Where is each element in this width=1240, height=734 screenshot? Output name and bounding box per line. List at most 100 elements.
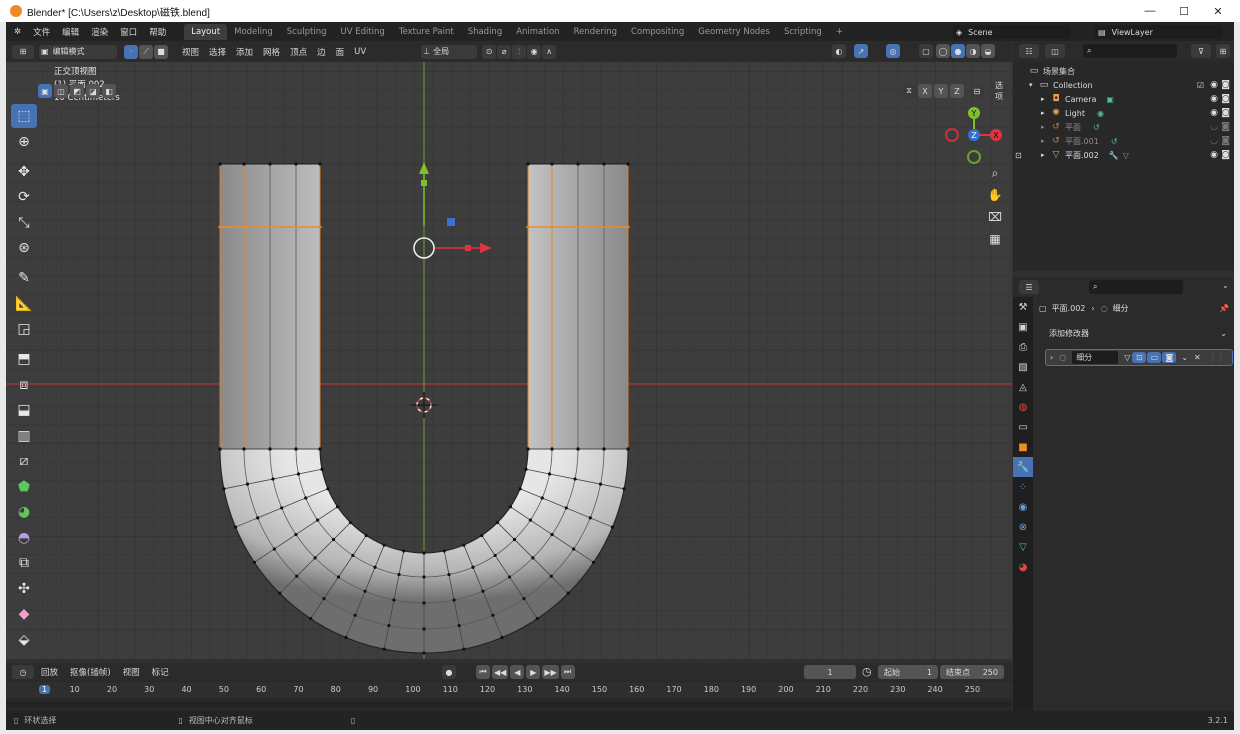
- menu-timeline-view[interactable]: 视图: [117, 666, 146, 678]
- tab-animation[interactable]: Animation: [509, 24, 566, 40]
- collapse-icon[interactable]: ▾: [1029, 81, 1039, 89]
- menu-mesh[interactable]: 网格: [258, 46, 285, 58]
- current-frame-field[interactable]: 1: [804, 665, 856, 679]
- outliner-row-camera[interactable]: ▸ ◘ Camera ▣ ◉ ◙: [1013, 92, 1234, 106]
- menu-select[interactable]: 选择: [204, 46, 231, 58]
- eye-hidden-icon[interactable]: ◡: [1210, 136, 1218, 146]
- render-tab-icon[interactable]: ▣: [1013, 317, 1033, 337]
- jump-end-icon[interactable]: ⏭: [560, 665, 575, 679]
- gizmo-xy-plane[interactable]: [447, 218, 455, 226]
- editor-type-icon[interactable]: ⊞: [12, 44, 34, 59]
- scene-collection-row[interactable]: ▭ 场景集合: [1013, 64, 1234, 78]
- render-icon[interactable]: ◙: [1221, 122, 1230, 132]
- move-tool-icon[interactable]: ✥: [11, 160, 37, 184]
- auto-merge-icon[interactable]: ⊟: [970, 84, 984, 98]
- data-tab-icon[interactable]: ▽: [1013, 537, 1033, 557]
- eye-icon[interactable]: ◉: [1210, 108, 1218, 118]
- pan-hand-icon[interactable]: ✋: [986, 186, 1004, 204]
- select-invert-icon[interactable]: ◪: [86, 84, 100, 98]
- eye-icon[interactable]: ◉: [1210, 80, 1218, 90]
- eye-icon[interactable]: ◉: [1210, 94, 1218, 104]
- add-workspace-button[interactable]: +: [829, 24, 850, 40]
- 3d-viewport[interactable]: Y X Z 正交顶视图 (1) 平面.002 10 Centimeters ⧖ …: [6, 62, 1012, 659]
- expand-icon[interactable]: ▸: [1041, 123, 1051, 131]
- jump-start-icon[interactable]: ⏮: [476, 665, 490, 679]
- render-icon[interactable]: ◙: [1221, 150, 1230, 160]
- mode-selector[interactable]: ▣ 编辑模式: [39, 44, 117, 59]
- camera-view-icon[interactable]: ⌧: [986, 208, 1004, 226]
- modifier-panel-subdivision[interactable]: › ◌ 细分 ▽ ⊡ ▭ ◙ ⌄ ✕ ⋮⋮: [1045, 349, 1233, 366]
- knife-tool-icon[interactable]: ⧄: [11, 449, 37, 473]
- expand-icon[interactable]: ▸: [1041, 137, 1051, 145]
- proportional-edit-icon[interactable]: ◉: [527, 44, 542, 59]
- edit-cage-icon[interactable]: ▽: [1124, 353, 1130, 362]
- nav-gizmo-neg-y[interactable]: [967, 150, 981, 164]
- prev-key-icon[interactable]: ◀◀: [492, 665, 509, 679]
- snap-icon[interactable]: ⌀: [497, 44, 512, 59]
- material-shading-icon[interactable]: ◑: [966, 44, 980, 58]
- edge-select-button[interactable]: ⟋: [139, 44, 153, 59]
- expand-icon[interactable]: ▸: [1041, 151, 1051, 159]
- expand-icon[interactable]: ▸: [1041, 95, 1051, 103]
- face-select-button[interactable]: ■: [154, 44, 168, 59]
- tab-compositing[interactable]: Compositing: [624, 24, 691, 40]
- zoom-icon[interactable]: ⌕: [986, 164, 1004, 182]
- nav-gizmo-neg-x[interactable]: [945, 128, 959, 142]
- tab-scripting[interactable]: Scripting: [777, 24, 829, 40]
- render-icon[interactable]: ◙: [1221, 136, 1230, 146]
- menu-keying[interactable]: 抠像(插帧): [64, 666, 117, 678]
- outliner-row-plane[interactable]: ▸ ↺ 平面 ↺ ◡ ◙: [1013, 120, 1234, 134]
- extrude-tool-icon[interactable]: ⬒: [11, 347, 37, 371]
- next-key-icon[interactable]: ▶▶: [542, 665, 559, 679]
- render-icon[interactable]: ◙: [1221, 80, 1230, 90]
- timeline-editor-type-icon[interactable]: ◷: [12, 665, 34, 679]
- ortho-grid-icon[interactable]: ▦: [986, 230, 1004, 248]
- menu-help[interactable]: 帮助: [143, 26, 172, 38]
- rotate-tool-icon[interactable]: ⟳: [11, 185, 37, 209]
- inset-tool-icon[interactable]: ⧈: [11, 373, 37, 397]
- mirror-icon[interactable]: ⧖: [902, 84, 916, 98]
- pin-icon[interactable]: 📌: [1219, 304, 1229, 313]
- render-toggle-icon[interactable]: ◙: [1162, 352, 1177, 363]
- overlay-toggle-icon[interactable]: ◎: [886, 44, 900, 58]
- falloff-icon[interactable]: ∧: [542, 44, 557, 59]
- menu-marker[interactable]: 标记: [146, 666, 175, 678]
- outliner-row-plane-001[interactable]: ▸ ↺ 平面.001 ↺ ◡ ◙: [1013, 134, 1234, 148]
- expand-icon[interactable]: ›: [1050, 353, 1053, 362]
- material-tab-icon[interactable]: ◕: [1013, 557, 1033, 577]
- visibility-icon[interactable]: ◐: [832, 44, 846, 58]
- properties-editor-type-icon[interactable]: ☰: [1019, 280, 1039, 294]
- eye-icon[interactable]: ◉: [1210, 150, 1218, 160]
- select-intersect-icon[interactable]: ◧: [102, 84, 116, 98]
- view-layer-tab-icon[interactable]: ▧: [1013, 357, 1033, 377]
- outliner-editor-type-icon[interactable]: ☷: [1019, 44, 1039, 58]
- mirror-x-button[interactable]: X: [918, 84, 932, 98]
- chevron-down-icon[interactable]: ⌄: [1181, 353, 1188, 362]
- gizmo-toggle-icon[interactable]: ↗: [854, 44, 868, 58]
- shear-tool-icon[interactable]: ◆: [11, 602, 37, 626]
- output-tab-icon[interactable]: ⎙: [1013, 337, 1033, 357]
- loop-cut-tool-icon[interactable]: ▥: [11, 424, 37, 448]
- modifier-name-field[interactable]: 细分: [1072, 351, 1119, 364]
- tab-shading[interactable]: Shading: [461, 24, 510, 40]
- outliner-row-collection[interactable]: ▾ ▭ Collection ☑ ◉ ◙: [1013, 78, 1234, 92]
- close-button[interactable]: ✕: [1201, 0, 1235, 22]
- add-cube-tool-icon[interactable]: ◲: [11, 317, 37, 341]
- mirror-z-button[interactable]: Z: [950, 84, 964, 98]
- menu-render[interactable]: 渲染: [85, 26, 114, 38]
- blender-menu-icon[interactable]: ✲: [6, 27, 27, 37]
- chevron-down-icon[interactable]: ⌄: [1222, 281, 1229, 290]
- edit-mode-toggle-icon[interactable]: ⊡: [1132, 352, 1147, 363]
- outliner-row-light[interactable]: ▸ ✺ Light ◉ ◉ ◙: [1013, 106, 1234, 120]
- collection-tab-icon[interactable]: ▭: [1013, 417, 1033, 437]
- end-frame-field[interactable]: 结束点 250: [940, 665, 1004, 679]
- world-tab-icon[interactable]: ◍: [1013, 397, 1033, 417]
- gizmo-y-scale[interactable]: [421, 180, 427, 186]
- menu-add[interactable]: 添加: [231, 46, 258, 58]
- gizmo-x-arrowhead[interactable]: [480, 243, 492, 253]
- viewport-toggle-icon[interactable]: ▭: [1147, 352, 1162, 363]
- smooth-tool-icon[interactable]: ◓: [11, 526, 37, 550]
- menu-uv[interactable]: UV: [349, 47, 371, 57]
- options-button[interactable]: 选项: [990, 81, 1011, 101]
- play-icon[interactable]: ▶: [526, 665, 541, 679]
